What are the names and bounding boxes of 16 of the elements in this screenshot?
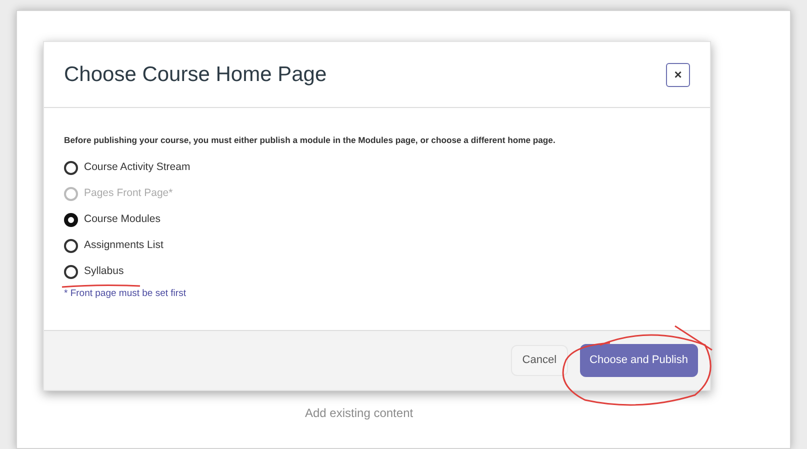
radio-button[interactable] [64, 264, 78, 279]
publish-button[interactable]: Choose and Publish [580, 344, 698, 377]
radio-button[interactable] [64, 238, 78, 253]
option-label[interactable]: Syllabus [84, 264, 124, 280]
close-button[interactable]: × [666, 62, 690, 86]
option-label[interactable]: Course Activity Stream [84, 160, 190, 176]
background-text: Add existing content [305, 405, 414, 422]
slash-annotation [674, 325, 712, 351]
dialog-title: Choose Course Home Page [64, 62, 327, 88]
option-label[interactable]: Assignments List [84, 238, 164, 254]
footnote-text: * Front page must be set first [64, 286, 187, 301]
radio-button[interactable] [64, 212, 78, 227]
instruction-text: Before publishing your course, you must either publish a module in the Modules page, or choose a different home page. [64, 134, 556, 147]
cancel-button[interactable]: Cancel [511, 345, 568, 376]
radio-button[interactable] [64, 160, 78, 175]
option-label[interactable]: Course Modules [84, 212, 160, 228]
